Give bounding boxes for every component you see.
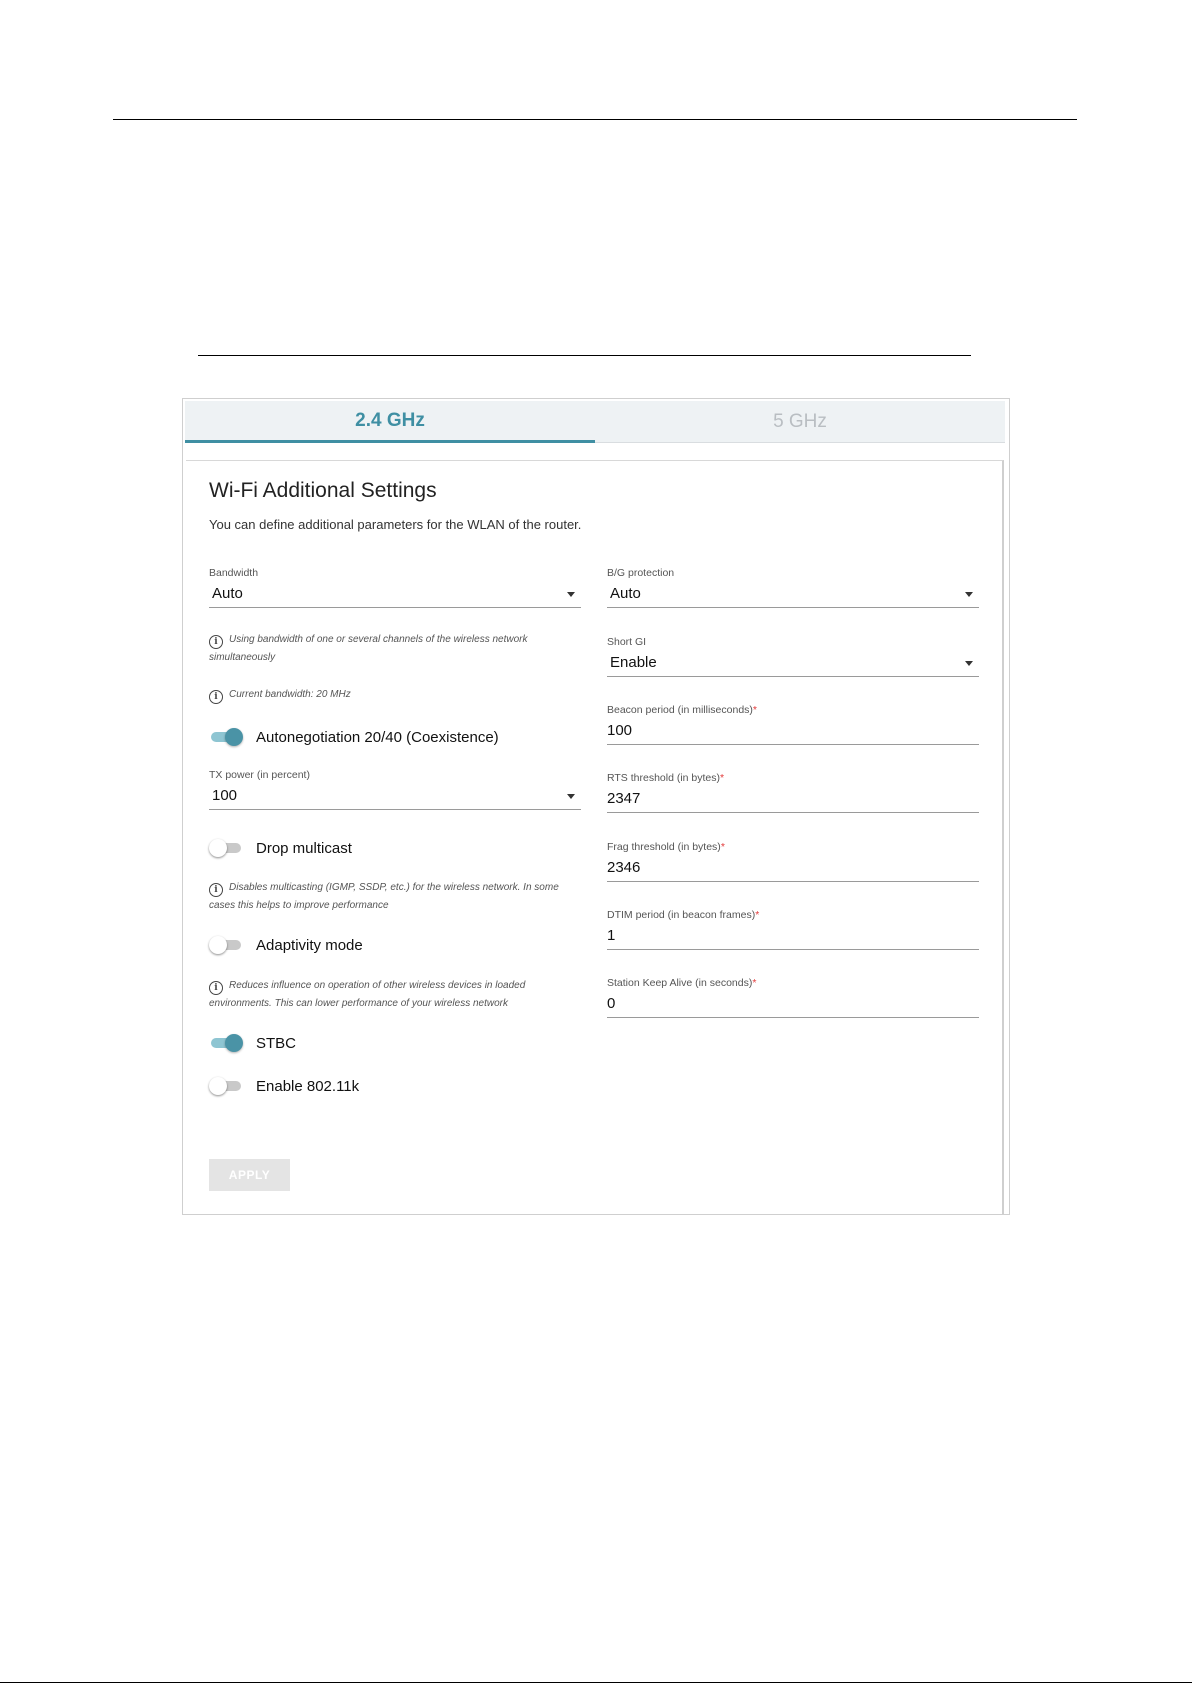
apply-button[interactable]: APPLY bbox=[209, 1159, 290, 1191]
short-gi-select[interactable]: Enable bbox=[607, 650, 979, 677]
toggle-knob bbox=[209, 936, 227, 954]
short-gi-field: Short GI Enable bbox=[607, 636, 979, 677]
enable-80211k-row: Enable 802.11k bbox=[209, 1074, 359, 1098]
tx-power-select[interactable]: 100 bbox=[209, 783, 581, 810]
enable-80211k-label: Enable 802.11k bbox=[256, 1077, 360, 1095]
info-circle-icon: i bbox=[209, 690, 223, 704]
header-rule bbox=[113, 119, 1077, 120]
adaptivity-mode-toggle[interactable] bbox=[209, 934, 243, 956]
tx-power-field: TX power (in percent) 100 bbox=[209, 769, 581, 810]
info-circle-icon: i bbox=[209, 883, 223, 897]
dtim-period-label-text: DTIM period (in beacon frames) bbox=[607, 909, 756, 921]
bg-protection-select[interactable]: Auto bbox=[607, 581, 979, 608]
beacon-period-field: Beacon period (in milliseconds)* 100 bbox=[607, 704, 979, 745]
stbc-row: STBC bbox=[209, 1031, 296, 1055]
autonegotiation-toggle[interactable] bbox=[209, 726, 243, 748]
short-gi-label: Short GI bbox=[607, 636, 647, 648]
stbc-toggle[interactable] bbox=[209, 1032, 243, 1054]
page-subtitle: You can define additional parameters for… bbox=[209, 517, 582, 532]
dtim-period-input[interactable]: 1 bbox=[607, 923, 979, 950]
dtim-period-label: DTIM period (in beacon frames)* bbox=[607, 909, 979, 923]
toggle-knob bbox=[209, 1077, 227, 1095]
bg-protection-label: B/G protection bbox=[607, 567, 675, 579]
caret-down-icon bbox=[567, 592, 575, 597]
bandwidth-hint: i Using bandwidth of one or several chann… bbox=[209, 631, 571, 667]
footer-rule bbox=[0, 1682, 1192, 1683]
tab-2-4-ghz[interactable]: 2.4 GHz bbox=[185, 401, 595, 443]
caret-down-icon bbox=[965, 592, 973, 597]
frequency-tabs: 2.4 GHz 5 GHz bbox=[185, 401, 1005, 443]
frag-threshold-input[interactable]: 2346 bbox=[607, 855, 979, 882]
caption-rule bbox=[198, 355, 971, 356]
bg-protection-field: B/G protection Auto bbox=[607, 567, 979, 608]
stbc-label: STBC bbox=[256, 1034, 297, 1052]
caret-down-icon bbox=[965, 661, 973, 666]
required-mark: * bbox=[755, 909, 760, 921]
drop-multicast-hint-text: Disables multicasting (IGMP, SSDP, etc.)… bbox=[209, 882, 559, 911]
wifi-additional-settings-panel: Wi-Fi Additional Settings You can define… bbox=[186, 460, 1004, 1214]
adaptivity-hint: i Reduces influence on operation of other… bbox=[209, 977, 571, 1013]
bandwidth-value: Auto bbox=[212, 585, 243, 602]
toggle-knob bbox=[225, 728, 243, 746]
dtim-period-field: DTIM period (in beacon frames)* 1 bbox=[607, 909, 979, 950]
required-mark: * bbox=[752, 704, 757, 716]
frag-threshold-field: Frag threshold (in bytes)* 2346 bbox=[607, 841, 979, 882]
adaptivity-hint-text: Reduces influence on operation of other … bbox=[209, 980, 526, 1009]
bg-protection-value: Auto bbox=[610, 585, 641, 602]
drop-multicast-row: Drop multicast bbox=[209, 836, 352, 860]
bandwidth-select[interactable]: Auto bbox=[209, 581, 581, 608]
rts-threshold-label-text: RTS threshold (in bytes) bbox=[607, 772, 721, 784]
adaptivity-mode-label: Adaptivity mode bbox=[256, 936, 363, 954]
short-gi-value: Enable bbox=[610, 654, 657, 671]
info-circle-icon: i bbox=[209, 981, 223, 995]
drop-multicast-label: Drop multicast bbox=[256, 839, 352, 857]
rts-threshold-input[interactable]: 2347 bbox=[607, 786, 979, 813]
bandwidth-field: Bandwidth Auto bbox=[209, 567, 581, 608]
station-keep-alive-input[interactable]: 0 bbox=[607, 991, 979, 1018]
station-keep-alive-field: Station Keep Alive (in seconds)* 0 bbox=[607, 977, 979, 1018]
rts-threshold-field: RTS threshold (in bytes)* 2347 bbox=[607, 772, 979, 813]
adaptivity-mode-row: Adaptivity mode bbox=[209, 933, 363, 957]
current-bandwidth-hint: i Current bandwidth: 20 MHz bbox=[209, 686, 571, 704]
rts-threshold-label: RTS threshold (in bytes)* bbox=[607, 772, 979, 786]
toggle-knob bbox=[225, 1034, 243, 1052]
autonegotiation-row: Autonegotiation 20/40 (Coexistence) bbox=[209, 725, 499, 749]
beacon-period-input[interactable]: 100 bbox=[607, 718, 979, 745]
beacon-period-label: Beacon period (in milliseconds)* bbox=[607, 704, 979, 718]
bandwidth-label: Bandwidth bbox=[209, 567, 259, 579]
frag-threshold-label: Frag threshold (in bytes)* bbox=[607, 841, 979, 855]
toggle-knob bbox=[209, 839, 227, 857]
required-mark: * bbox=[720, 772, 725, 784]
caret-down-icon bbox=[567, 794, 575, 799]
drop-multicast-toggle[interactable] bbox=[209, 837, 243, 859]
station-keep-alive-label: Station Keep Alive (in seconds)* bbox=[607, 977, 979, 991]
tab-5-ghz[interactable]: 5 GHz bbox=[595, 401, 1005, 443]
page-title: Wi-Fi Additional Settings bbox=[209, 479, 437, 502]
drop-multicast-hint: i Disables multicasting (IGMP, SSDP, etc.… bbox=[209, 879, 571, 915]
beacon-period-label-text: Beacon period (in milliseconds) bbox=[607, 704, 753, 716]
current-bandwidth-text: Current bandwidth: 20 MHz bbox=[229, 689, 351, 700]
settings-window: 2.4 GHz 5 GHz Wi-Fi Additional Settings … bbox=[182, 398, 1010, 1215]
enable-80211k-toggle[interactable] bbox=[209, 1075, 243, 1097]
frag-threshold-label-text: Frag threshold (in bytes) bbox=[607, 841, 721, 853]
station-keep-alive-label-text: Station Keep Alive (in seconds) bbox=[607, 977, 753, 989]
bandwidth-hint-text: Using bandwidth of one or several channe… bbox=[209, 634, 528, 663]
tx-power-value: 100 bbox=[212, 787, 238, 804]
required-mark: * bbox=[720, 841, 725, 853]
required-mark: * bbox=[752, 977, 757, 989]
tx-power-label: TX power (in percent) bbox=[209, 769, 310, 781]
info-circle-icon: i bbox=[209, 635, 223, 649]
autonegotiation-label: Autonegotiation 20/40 (Coexistence) bbox=[256, 728, 499, 746]
